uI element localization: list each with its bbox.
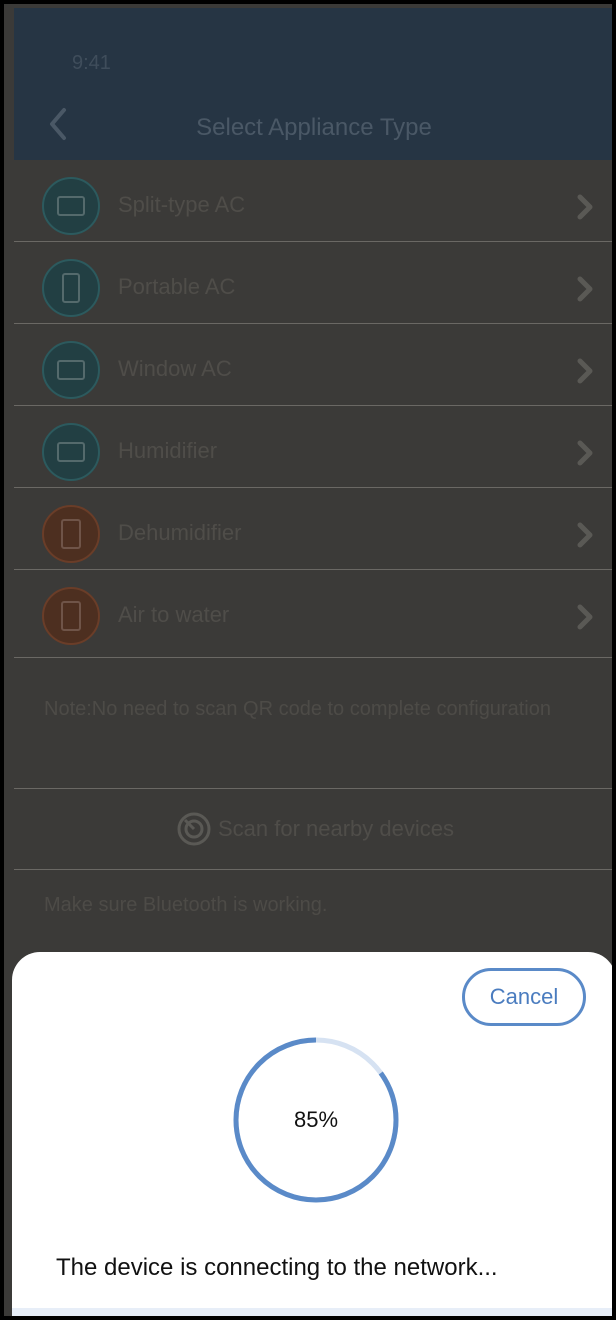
appliance-list: Split-type AC Portable AC Window AC Humi… [14,160,612,658]
chevron-right-icon [577,440,593,466]
chevron-right-icon [577,358,593,384]
progress-percent: 85% [293,1107,339,1132]
chevron-right-icon [577,276,593,302]
split-ac-icon [42,177,100,235]
app-screen: 9:41 Select Appliance Type Split-type AC… [0,0,616,1320]
radar-scan-icon [177,812,211,846]
list-item-label: Split-type AC [118,192,246,217]
scan-label: Scan for nearby devices [217,816,455,841]
list-item-air-to-water[interactable]: Air to water [14,570,612,658]
list-item-dehumidifier[interactable]: Dehumidifier [14,488,612,570]
list-item-window-ac[interactable]: Window AC [14,324,612,406]
scan-nearby-devices-button[interactable]: Scan for nearby devices [14,788,612,870]
window-ac-icon [42,341,100,399]
connecting-dialog: Cancel 85% The device is connecting to t… [12,952,612,1316]
list-item-humidifier[interactable]: Humidifier [14,406,612,488]
bottom-strip [12,1308,612,1316]
list-item-split-type-ac[interactable]: Split-type AC [14,160,612,242]
status-time: 9:41 [72,52,111,74]
chevron-right-icon [577,604,593,630]
list-item-label: Humidifier [118,438,218,463]
connecting-message: The device is connecting to the network.… [56,1254,498,1281]
status-bar: 9:41 [14,8,612,88]
list-item-label: Dehumidifier [118,520,242,545]
chevron-right-icon [577,522,593,548]
list-item-label: Window AC [118,356,232,381]
dehumidifier-icon [42,505,100,563]
chevron-right-icon [577,194,593,220]
air-to-water-icon [42,587,100,645]
portable-ac-icon [42,259,100,317]
bluetooth-hint: Make sure Bluetooth is working. [44,894,328,916]
qr-note: Note:No need to scan QR code to complete… [44,698,551,720]
list-item-label: Air to water [118,602,230,627]
list-item-portable-ac[interactable]: Portable AC [14,242,612,324]
page-title: Select Appliance Type [196,114,432,141]
list-item-label: Portable AC [118,274,236,299]
navigation-bar: Select Appliance Type [14,88,612,160]
humidifier-icon [42,423,100,481]
cancel-button[interactable]: Cancel [462,968,586,1026]
